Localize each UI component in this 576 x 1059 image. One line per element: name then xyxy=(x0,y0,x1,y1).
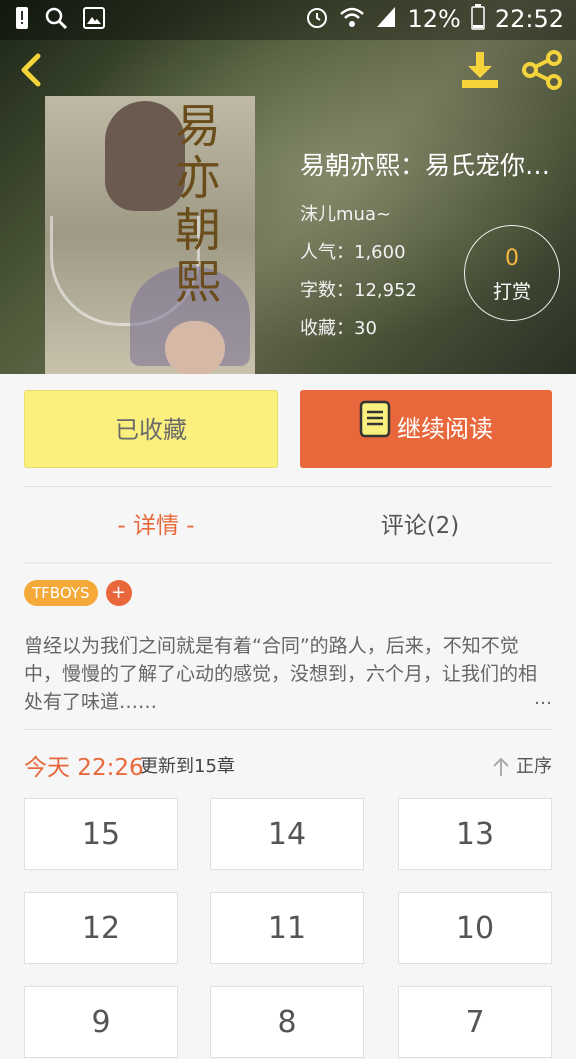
reward-label: 打赏 xyxy=(492,281,531,303)
description-more[interactable]: … xyxy=(534,688,552,709)
continue-reading-button[interactable]: 继续阅读 xyxy=(300,390,552,468)
add-tag-button[interactable]: + xyxy=(105,580,132,606)
sort-order-button[interactable]: 正序 xyxy=(492,752,552,778)
action-buttons: 已收藏 继续阅读 xyxy=(0,390,576,470)
tag-list: TFBOYS + xyxy=(24,580,132,608)
book-icon xyxy=(359,391,391,469)
book-cover-image: 易 亦 朝 熙 xyxy=(45,96,255,374)
back-button[interactable] xyxy=(14,48,54,92)
reward-count: 0 xyxy=(505,246,519,271)
clock: 22:52 xyxy=(494,5,564,33)
update-time: 今天 22:26 xyxy=(24,755,144,781)
top-toolbar xyxy=(0,40,576,100)
download-icon xyxy=(462,52,498,88)
detail-tabs: - 详情 - 评论(2) xyxy=(24,486,552,564)
sort-order-label: 正序 xyxy=(516,756,552,777)
chapter-cell[interactable]: 8 xyxy=(210,986,364,1058)
divider xyxy=(24,729,552,730)
battery-icon xyxy=(471,4,485,34)
update-text: 更新到15章 xyxy=(140,756,235,777)
collected-button[interactable]: 已收藏 xyxy=(24,390,278,468)
status-bar: 12% 22:52 xyxy=(0,0,576,40)
tab-detail[interactable]: - 详情 - xyxy=(24,487,288,565)
chapter-cell[interactable]: 13 xyxy=(398,798,552,870)
reward-button[interactable]: 0 打赏 xyxy=(464,225,560,321)
share-icon xyxy=(522,50,562,90)
favorites-stat: 收藏：30 xyxy=(300,318,377,339)
image-icon xyxy=(82,6,106,34)
alarm-icon xyxy=(305,4,329,34)
signal-icon xyxy=(375,5,397,33)
wifi-icon xyxy=(339,5,365,33)
download-button[interactable] xyxy=(458,48,504,92)
chapter-cell[interactable]: 7 xyxy=(398,986,552,1058)
tab-comments[interactable]: 评论(2) xyxy=(288,487,552,565)
chapter-cell[interactable]: 12 xyxy=(24,892,178,964)
battery-percent: 12% xyxy=(407,5,461,33)
chapter-cell[interactable]: 10 xyxy=(398,892,552,964)
update-row: 今天 22:26 更新到15章 正序 xyxy=(24,748,552,784)
chapter-cell[interactable]: 15 xyxy=(24,798,178,870)
book-description: 曾经以为我们之间就是有着“合同”的路人，后来，不知不觉中，慢慢的了解了心动的感觉… xyxy=(24,635,538,713)
continue-reading-label: 继续阅读 xyxy=(397,415,493,443)
book-author[interactable]: 沫儿mua~ xyxy=(300,200,570,226)
alert-icon xyxy=(14,6,30,34)
search-icon xyxy=(44,6,68,34)
chapter-cell[interactable]: 11 xyxy=(210,892,364,964)
chapter-cell[interactable]: 9 xyxy=(24,986,178,1058)
tag-chip[interactable]: TFBOYS xyxy=(24,580,98,606)
book-title: 易朝亦熙：易氏宠你… xyxy=(300,151,551,180)
share-button[interactable] xyxy=(520,48,566,92)
chapter-cell[interactable]: 14 xyxy=(210,798,364,870)
chevron-left-icon xyxy=(21,53,41,87)
arrow-up-icon xyxy=(493,757,509,776)
